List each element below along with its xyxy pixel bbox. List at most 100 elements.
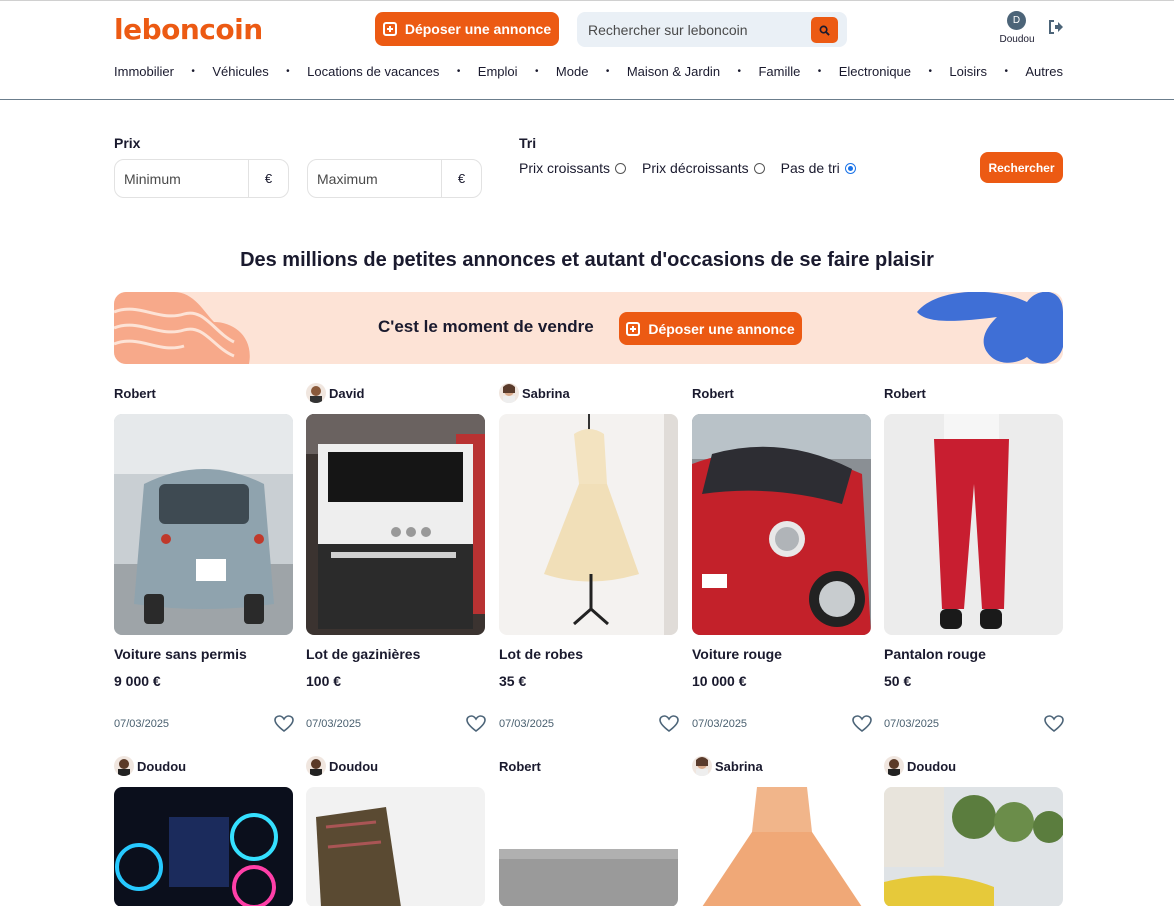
post-ad-label: Déposer une annonce [404,21,552,37]
listing-title[interactable]: Voiture sans permis [114,646,247,662]
nav-item-famille[interactable]: Famille [758,64,800,79]
listing-author: Doudou [329,758,379,774]
listing-image[interactable] [884,787,1063,906]
listing-author: Doudou [907,758,957,774]
radio-desc[interactable] [753,162,765,174]
plus-square-icon [382,22,397,36]
listing-author: Robert [692,385,734,401]
listing-author: Doudou [137,758,187,774]
sort-option-label: Prix croissants [519,160,611,176]
nav-separator: • [191,65,195,77]
listing-author: Robert [114,385,156,401]
sort-options: Prix croissants Prix décroissants Pas de… [519,159,872,177]
sort-option-label: Pas de tri [780,160,840,176]
heart-icon[interactable] [274,715,294,733]
listing-title[interactable]: Lot de gazinières [306,646,420,662]
listing-image[interactable] [884,414,1063,635]
price-max-input[interactable] [308,160,441,197]
listing-image[interactable] [114,414,293,635]
author-avatar [884,756,904,776]
listing-author: Robert [499,758,541,774]
banner-text: C'est le moment de vendre [378,317,594,336]
listing-author: Sabrina [522,385,570,401]
listing-date: 07/03/2025 [306,718,362,730]
logout-icon[interactable] [1048,20,1064,34]
price-min-input[interactable] [115,160,248,197]
nav-separator: • [605,65,610,77]
currency-addon: € [441,160,481,197]
wave-decoration [114,292,250,364]
listing-price: 50 € [884,673,912,689]
search-bar [577,12,847,47]
listing-title[interactable]: Pantalon rouge [884,646,986,662]
author-avatar [499,383,519,403]
listing-price: 35 € [499,673,527,689]
nav-item-maison-jardin[interactable]: Maison & Jardin [627,64,720,79]
post-ad-button[interactable]: Déposer une annonce [375,12,559,46]
page-headline: Des millions de petites annonces et auta… [240,249,934,271]
nav-item-vehicules[interactable]: Véhicules [212,64,268,79]
nav-separator: • [534,65,539,77]
nav-item-autres[interactable]: Autres [1025,64,1063,79]
search-input[interactable] [577,12,807,47]
user-name[interactable]: Doudou [993,34,1041,45]
sort-option-none[interactable]: Pas de tri [781,160,856,176]
listing-image[interactable] [499,787,678,906]
nav-separator: • [737,65,742,77]
heart-icon[interactable] [659,715,679,733]
listing-image[interactable] [306,787,485,906]
search-submit-button[interactable]: Rechercher [980,152,1063,183]
nav-item-emploi[interactable]: Emploi [478,64,518,79]
listing-date: 07/03/2025 [692,718,748,730]
listing-image[interactable] [692,787,871,906]
listing-image[interactable] [692,414,871,635]
listing-title[interactable]: Lot de robes [499,646,583,662]
sort-option-asc[interactable]: Prix croissants [519,160,627,176]
listing-date: 07/03/2025 [499,718,555,730]
listing-price: 9 000 € [114,673,161,689]
nav-separator: • [286,65,290,77]
listing-author: Sabrina [715,758,763,774]
search-icon [819,25,830,36]
currency-addon: € [248,160,288,197]
heart-icon[interactable] [466,715,486,733]
listing-price: 10 000 € [692,673,747,689]
listing-author-row: Doudou [306,755,378,777]
radio-none[interactable] [844,162,856,174]
sort-option-desc[interactable]: Prix décroissants [642,160,765,176]
listing-author-row: David [306,382,364,404]
heart-icon[interactable] [852,715,872,733]
listing-author-row: Sabrina [499,382,570,404]
author-avatar [114,756,134,776]
listing-author: Robert [884,385,926,401]
search-button[interactable] [811,17,838,43]
nav-item-locations[interactable]: Locations de vacances [307,64,439,79]
listing-author-row: Doudou [114,755,186,777]
listing-image[interactable] [306,414,485,635]
price-min-field: € [114,159,289,198]
nav-item-immobilier[interactable]: Immobilier [114,64,174,79]
sell-banner: C'est le moment de vendre Déposer une an… [114,292,1063,364]
nav-item-electronique[interactable]: Electronique [839,64,911,79]
radio-asc[interactable] [615,162,627,174]
nav-separator: • [817,65,822,77]
listing-image[interactable] [114,787,293,906]
listing-image[interactable] [499,414,678,635]
site-header: leboncoin Déposer une annonce D Doudou I… [0,0,1174,100]
nav-item-loisirs[interactable]: Loisirs [949,64,987,79]
nav-item-mode[interactable]: Mode [556,64,589,79]
price-label: Prix [114,135,141,151]
logo[interactable]: leboncoin [114,13,263,46]
plus-square-icon [626,321,641,336]
listing-author: David [329,385,365,401]
user-avatar[interactable]: D [1007,11,1026,30]
heart-icon[interactable] [1044,715,1064,733]
banner-post-ad-button[interactable]: Déposer une annonce [619,312,802,345]
leaf-decoration [917,292,1063,364]
listing-author-row: Doudou [884,755,956,777]
listing-date: 07/03/2025 [884,718,940,730]
listing-title[interactable]: Voiture rouge [692,646,782,662]
nav-separator: • [928,65,932,77]
sort-option-label: Prix décroissants [642,160,749,176]
listing-price: 100 € [306,673,342,689]
